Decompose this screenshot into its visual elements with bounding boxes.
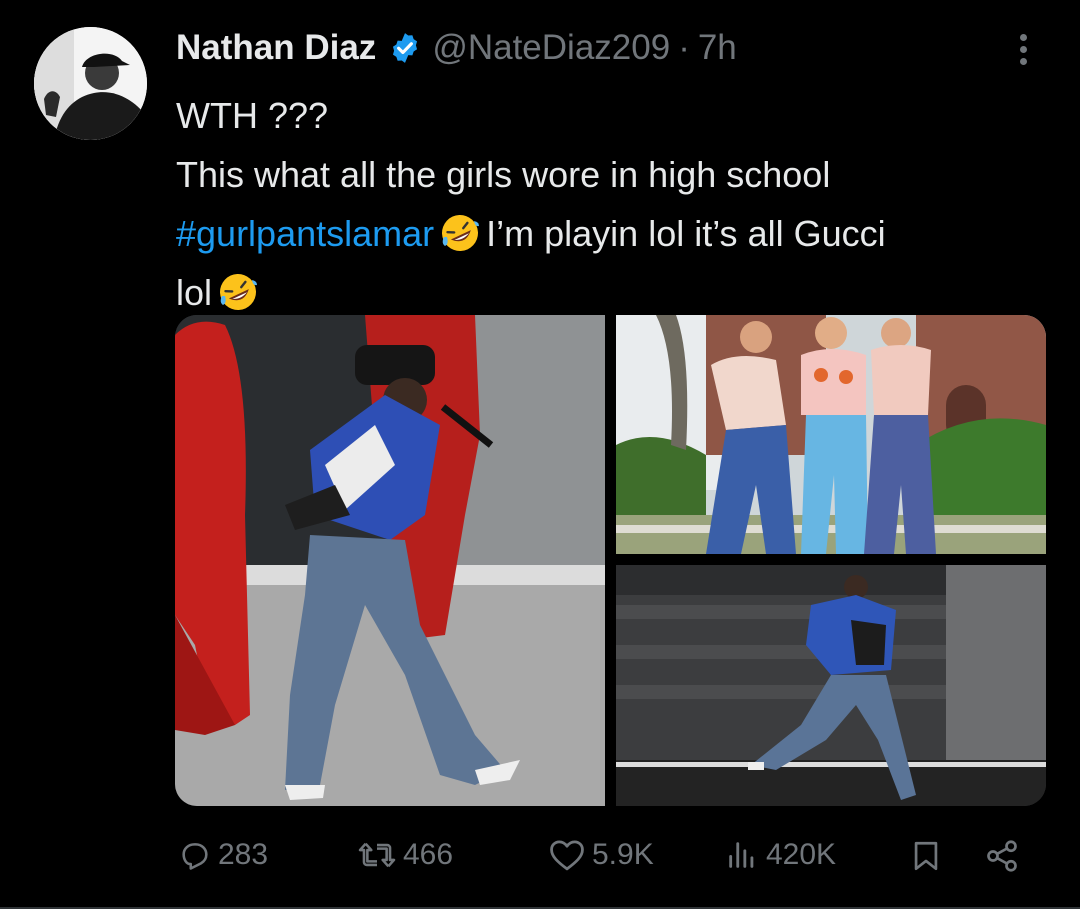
tweet-line: #gurlpantslamar I’m playin lol it’s all G… — [176, 204, 1056, 263]
reply-count: 283 — [218, 838, 269, 871]
photo-performer-mic[interactable] — [175, 315, 605, 806]
more-options-icon[interactable] — [1010, 34, 1036, 68]
author-name[interactable]: Nathan Diaz — [176, 28, 376, 68]
tweet-line: lol — [176, 263, 1056, 322]
tweet-text: WTH ??? This what all the girls wore in … — [176, 86, 1056, 322]
author-handle[interactable]: @NateDiaz209 — [432, 28, 670, 68]
repost-icon — [358, 842, 396, 868]
like-count: 5.9K — [592, 838, 654, 871]
share-button[interactable] — [984, 838, 1026, 874]
bookmark-icon — [914, 841, 938, 871]
avatar-image — [34, 27, 147, 140]
like-button[interactable]: 5.9K — [548, 838, 654, 872]
heart-icon — [550, 840, 584, 871]
tweet-header: Nathan Diaz @NateDiaz209 · 7h — [176, 26, 737, 70]
reply-icon — [182, 843, 208, 870]
action-bar: 283 466 5.9K 420K — [0, 838, 1080, 880]
separator-dot: · — [678, 28, 690, 67]
views-bar-chart-icon — [729, 842, 754, 868]
tweet-line-rest: I’m playin lol it’s all Gucci — [486, 213, 886, 254]
tweet-timestamp[interactable]: 7h — [698, 28, 737, 68]
tweet-line-end: lol — [176, 272, 213, 313]
hashtag-link[interactable]: #gurlpantslamar — [176, 213, 434, 254]
views-button[interactable]: 420K — [724, 838, 836, 872]
photo-three-women[interactable] — [616, 315, 1046, 554]
repost-button[interactable]: 466 — [357, 838, 453, 872]
photo-performer-dancing[interactable] — [616, 565, 1046, 806]
rolling-laughing-emoji-icon — [220, 274, 258, 310]
tweet-line: WTH ??? — [176, 95, 329, 136]
verified-badge-icon — [393, 33, 418, 63]
rolling-laughing-emoji-icon — [442, 215, 480, 251]
share-icon — [987, 840, 1017, 872]
tweet-line: This what all the girls wore in high sch… — [176, 154, 831, 195]
repost-count: 466 — [403, 838, 454, 871]
reply-button[interactable]: 283 — [178, 838, 268, 872]
author-avatar[interactable] — [34, 27, 147, 140]
media-grid — [175, 315, 1046, 806]
bookmark-button[interactable] — [909, 838, 949, 874]
view-count: 420K — [766, 838, 837, 871]
